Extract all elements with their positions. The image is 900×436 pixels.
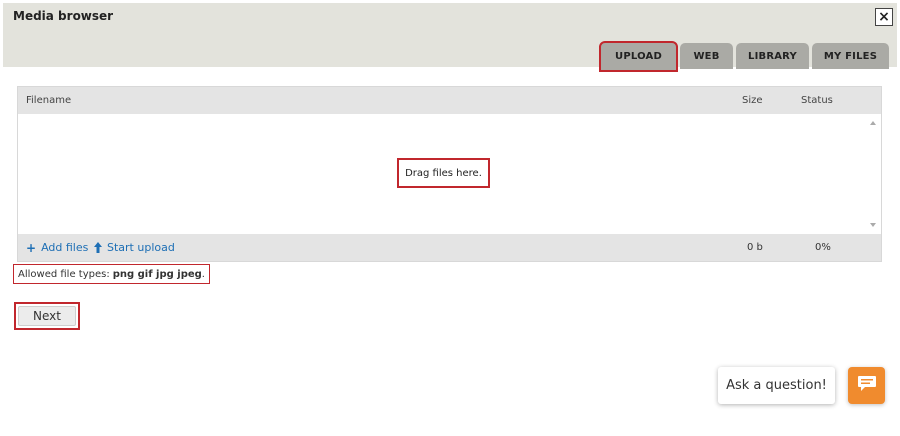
- start-upload-label: Start upload: [107, 241, 175, 254]
- chat-bubble-icon: [857, 375, 877, 396]
- close-icon: ×: [878, 9, 890, 25]
- allowed-file-types: Allowed file types: png gif jpg jpeg.: [13, 264, 210, 284]
- tab-web[interactable]: WEB: [680, 43, 733, 69]
- add-files-label: Add files: [41, 241, 89, 254]
- column-filename: Filename: [26, 95, 72, 106]
- next-button[interactable]: Next: [18, 306, 76, 326]
- start-upload-button[interactable]: Start upload: [94, 241, 175, 254]
- allowed-types-suffix: .: [201, 268, 205, 280]
- allowed-types-list: png gif jpg jpeg: [112, 268, 202, 280]
- scrollbar[interactable]: [867, 114, 881, 234]
- ask-question-bubble[interactable]: Ask a question!: [718, 367, 835, 404]
- dialog-titlebar: Media browser × UPLOAD WEB LIBRARY MY FI…: [3, 3, 897, 72]
- column-size: Size: [742, 95, 763, 106]
- next-button-highlight: Next: [14, 302, 80, 330]
- allowed-types-label: Allowed file types:: [18, 268, 110, 280]
- tab-my-files[interactable]: MY FILES: [812, 43, 889, 69]
- upload-arrow-icon: [94, 242, 102, 253]
- add-files-button[interactable]: + Add files: [26, 241, 88, 254]
- file-drop-area[interactable]: Drag files here.: [18, 114, 881, 234]
- column-status: Status: [801, 95, 833, 106]
- scroll-down-icon[interactable]: [870, 223, 876, 227]
- tab-library[interactable]: LIBRARY: [736, 43, 809, 69]
- scroll-up-icon[interactable]: [870, 121, 876, 125]
- total-size: 0 b: [747, 242, 763, 253]
- file-list-footer: + Add files Start upload 0 b 0%: [18, 234, 881, 261]
- file-list-header: Filename Size Status: [18, 87, 881, 114]
- close-button[interactable]: ×: [875, 8, 893, 26]
- plus-icon: +: [26, 240, 37, 255]
- tab-upload[interactable]: UPLOAD: [599, 41, 678, 72]
- chat-button[interactable]: [848, 367, 885, 404]
- dialog-title: Media browser: [13, 9, 114, 23]
- total-status: 0%: [815, 242, 831, 253]
- file-upload-list: Filename Size Status Drag files here. + …: [17, 86, 882, 262]
- drag-files-hint: Drag files here.: [397, 158, 490, 188]
